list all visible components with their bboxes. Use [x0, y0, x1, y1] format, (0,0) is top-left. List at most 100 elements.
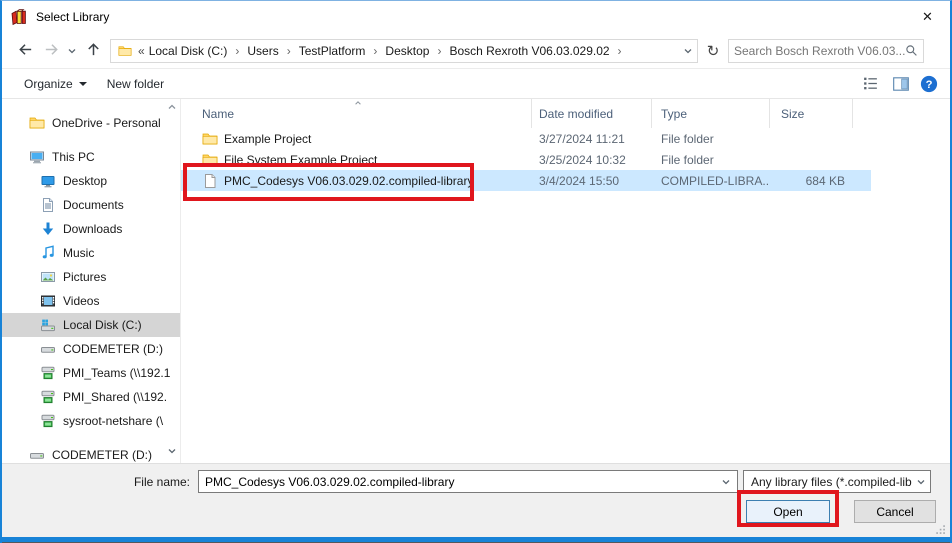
netdrive-icon: [40, 413, 56, 429]
breadcrumb-separator-icon[interactable]: ›: [431, 44, 447, 58]
file-type-select[interactable]: Any library files (*.compiled-lib: [743, 470, 931, 493]
address-bar[interactable]: « Local Disk (C:)›Users›TestPlatform›Des…: [110, 39, 698, 63]
file-date-modified: 3/25/2024 10:32: [532, 153, 652, 167]
sidebar-item-onedrive-personal[interactable]: OneDrive - Personal: [2, 111, 180, 135]
command-toolbar: Organize New folder ?: [2, 69, 950, 99]
preview-pane-button[interactable]: [892, 75, 910, 93]
forward-button[interactable]: [38, 39, 64, 63]
sidebar-item-this-pc[interactable]: This PC: [2, 145, 180, 169]
column-header-size[interactable]: Size: [770, 99, 853, 128]
breadcrumb-item[interactable]: Local Disk (C:): [147, 44, 230, 58]
sidebar-item-pictures[interactable]: Pictures: [2, 265, 180, 289]
close-icon: ✕: [922, 9, 933, 25]
up-arrow-icon: [85, 41, 102, 61]
sidebar-item-label: Downloads: [63, 222, 122, 236]
file-type: COMPILED-LIBRA...: [652, 174, 770, 188]
sidebar-item-local-disk-c[interactable]: Local Disk (C:): [2, 313, 180, 337]
sidebar-scroll-down[interactable]: [166, 445, 178, 457]
resize-grip-icon[interactable]: [935, 524, 946, 535]
file-name: PMC_Codesys V06.03.029.02.compiled-libra…: [224, 174, 473, 188]
sidebar-item-label: Local Disk (C:): [63, 318, 142, 332]
pc-icon: [29, 149, 45, 165]
breadcrumb-item[interactable]: TestPlatform: [297, 44, 368, 58]
address-dropdown-button[interactable]: [683, 46, 693, 56]
disk-icon: [29, 447, 45, 463]
window-title: Select Library: [36, 10, 109, 24]
breadcrumb-separator-icon[interactable]: ›: [229, 44, 245, 58]
title-bar: Select Library ✕: [2, 1, 950, 33]
sidebar-item-desktop[interactable]: Desktop: [2, 169, 180, 193]
sidebar-item-downloads[interactable]: Downloads: [2, 217, 180, 241]
search-input[interactable]: [734, 44, 905, 58]
back-arrow-icon: [17, 41, 34, 61]
breadcrumb-separator-icon[interactable]: ›: [281, 44, 297, 58]
refresh-button[interactable]: ↻: [701, 39, 725, 63]
breadcrumb-separator-icon[interactable]: ›: [367, 44, 383, 58]
sort-ascending-icon: [353, 99, 363, 107]
dialog-content: OneDrive - Personal This PC Desktop Documen…: [2, 99, 950, 463]
close-button[interactable]: ✕: [905, 1, 950, 33]
organize-button[interactable]: Organize: [14, 73, 97, 95]
chevron-up-icon: [167, 102, 177, 112]
breadcrumb: Local Disk (C:)›Users›TestPlatform›Deskt…: [147, 44, 628, 58]
folder-icon: [29, 115, 45, 131]
sidebar-item-documents[interactable]: Documents: [2, 193, 180, 217]
diskwin-icon: [40, 317, 56, 333]
back-button[interactable]: [12, 39, 38, 63]
file-row[interactable]: File System Example Project3/25/2024 10:…: [181, 149, 871, 170]
sidebar-item-pmi-shared-192[interactable]: PMI_Shared (\\192.: [2, 385, 180, 409]
chevron-down-icon: [167, 446, 177, 456]
sidebar-item-videos[interactable]: Videos: [2, 289, 180, 313]
music-icon: [40, 245, 56, 261]
sidebar-item-sysroot-netshare[interactable]: sysroot-netshare (\: [2, 409, 180, 433]
sidebar-item-codemeter-d[interactable]: CODEMETER (D:): [2, 337, 180, 361]
svg-text:?: ?: [926, 79, 933, 91]
file-name: Example Project: [224, 132, 311, 146]
help-icon: ?: [920, 75, 938, 93]
sidebar-item-label: Documents: [63, 198, 124, 212]
breadcrumb-overflow[interactable]: «: [138, 44, 147, 58]
cancel-button[interactable]: Cancel: [854, 500, 936, 523]
file-name-input[interactable]: [199, 475, 715, 489]
new-folder-button[interactable]: New folder: [97, 73, 174, 95]
file-row[interactable]: Example Project 3/27/2024 11:21File folde…: [181, 128, 871, 149]
sidebar-item-label: CODEMETER (D:): [52, 448, 152, 462]
breadcrumb-separator-icon[interactable]: ›: [612, 44, 628, 58]
sidebar-scroll-up[interactable]: [166, 101, 178, 113]
desktop-icon: [40, 173, 56, 189]
sidebar-item-pmi-teams-192-1[interactable]: PMI_Teams (\\192.1: [2, 361, 180, 385]
search-box: [728, 39, 924, 63]
new-folder-label: New folder: [107, 77, 164, 91]
sidebar-item-label: Desktop: [63, 174, 107, 188]
sidebar-item-codemeter-d[interactable]: CODEMETER (D:): [2, 443, 180, 463]
sidebar-item-label: sysroot-netshare (\: [63, 414, 163, 428]
sidebar-item-music[interactable]: Music: [2, 241, 180, 265]
search-icon: [905, 44, 918, 57]
column-header-date-modified[interactable]: Date modified: [532, 99, 652, 128]
chevron-down-icon: [916, 477, 926, 487]
column-header-type[interactable]: Type: [652, 99, 770, 128]
sidebar-item-label: OneDrive - Personal: [52, 116, 161, 130]
breadcrumb-item[interactable]: Users: [245, 44, 280, 58]
sidebar-item-label: Pictures: [63, 270, 106, 284]
chevron-down-icon: [683, 46, 693, 56]
sidebar-item-label: This PC: [52, 150, 95, 164]
file-name-dropdown-button[interactable]: [715, 477, 737, 487]
breadcrumb-item[interactable]: Bosch Rexroth V06.03.029.02: [447, 44, 611, 58]
file-row[interactable]: PMC_Codesys V06.03.029.02.compiled-libra…: [181, 170, 871, 191]
recent-locations-button[interactable]: [64, 39, 80, 63]
open-button[interactable]: Open: [746, 500, 830, 523]
file-type: File folder: [652, 132, 770, 146]
select-library-dialog: Select Library ✕ « Local Disk (C:)›Users…: [0, 0, 952, 543]
help-button[interactable]: ?: [920, 75, 938, 93]
chevron-down-icon: [79, 82, 87, 86]
preview-pane-icon: [892, 75, 910, 93]
doc-icon: [40, 197, 56, 213]
change-view-button[interactable]: [862, 75, 882, 92]
breadcrumb-item[interactable]: Desktop: [383, 44, 431, 58]
file-date-modified: 3/4/2024 15:50: [532, 174, 652, 188]
up-button[interactable]: [80, 39, 106, 63]
file-name-combo: [198, 470, 738, 493]
file-date-modified: 3/27/2024 11:21: [532, 132, 652, 146]
video-icon: [40, 293, 56, 309]
